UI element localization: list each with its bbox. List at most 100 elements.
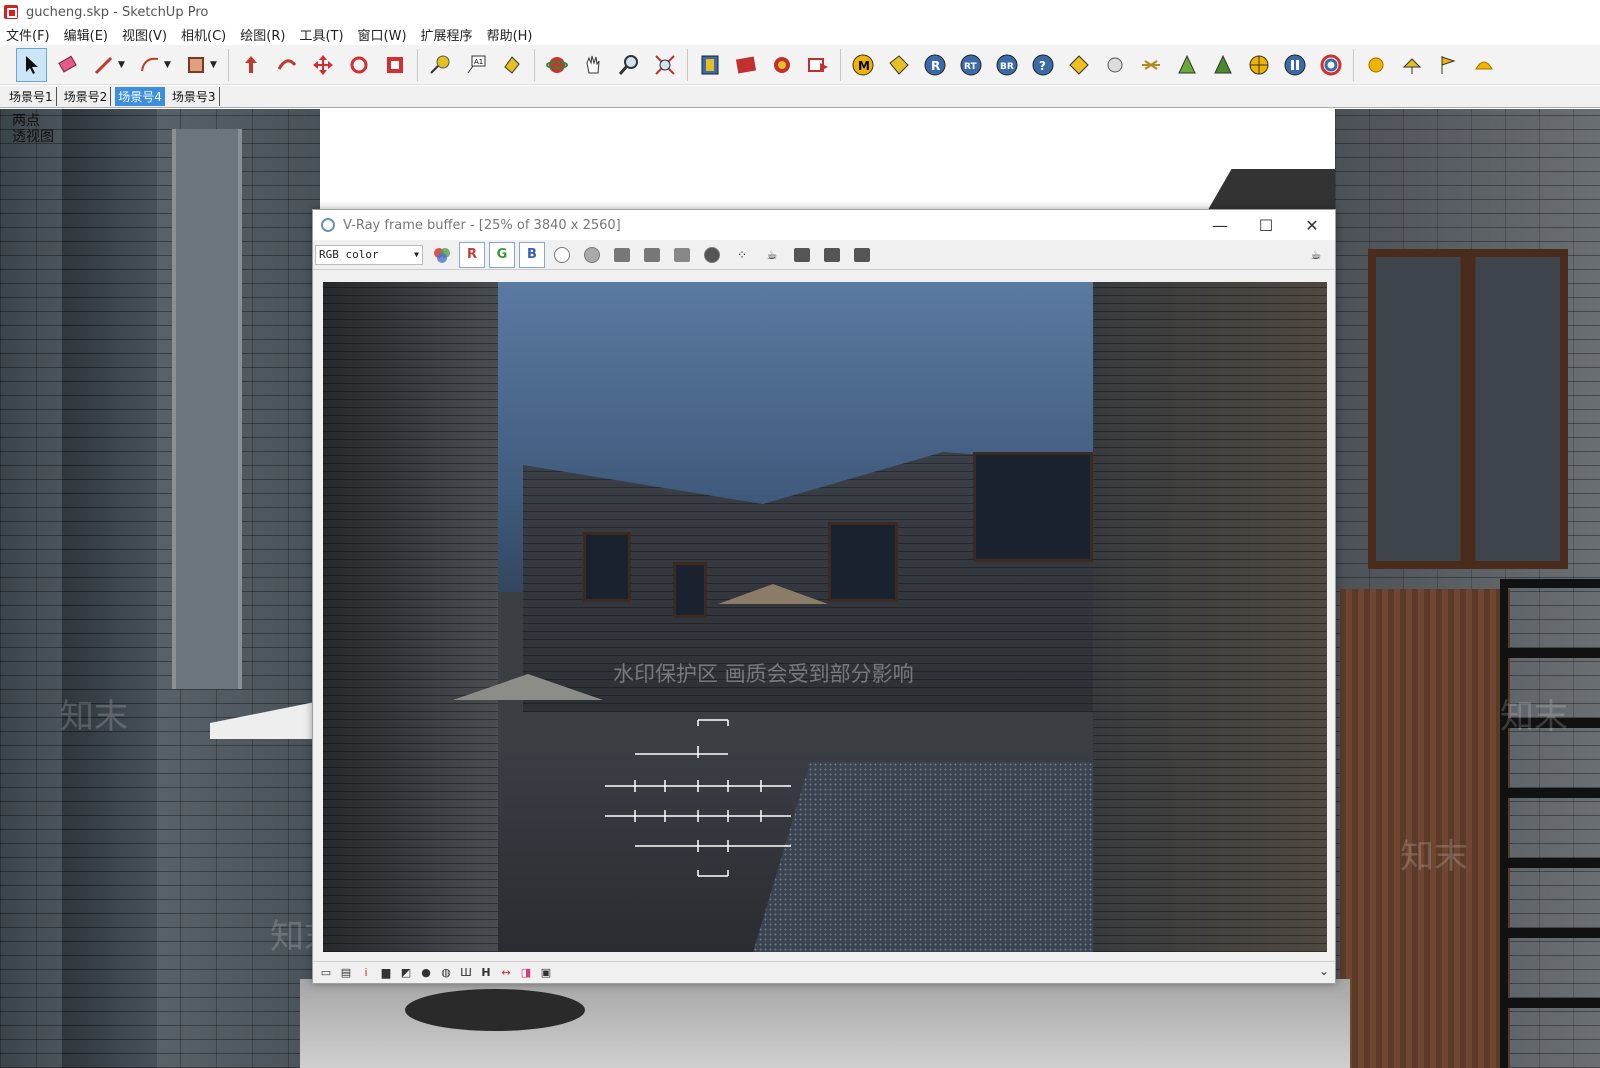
toolbar-separator xyxy=(1353,48,1354,81)
lut-icon[interactable]: Ш xyxy=(457,965,475,981)
mesh-light-icon[interactable] xyxy=(1135,48,1166,82)
vray-frame-buffer-window[interactable]: V-Ray frame buffer - [25% of 3840 x 2560… xyxy=(312,209,1336,984)
send-icon[interactable] xyxy=(802,48,833,82)
region-render-icon[interactable] xyxy=(819,242,845,268)
scene-tab-2[interactable]: 场景号2 xyxy=(61,87,112,106)
layout-icon[interactable] xyxy=(766,48,797,82)
select-icon[interactable] xyxy=(16,47,47,82)
scene-tab-4[interactable]: 场景号4 xyxy=(115,87,165,106)
contrast-icon[interactable]: ◍ xyxy=(437,965,455,981)
tag-icon[interactable] xyxy=(1063,48,1094,82)
title-bar: gucheng.skp - SketchUp Pro xyxy=(0,0,1600,24)
track-mouse-icon[interactable]: ⁘ xyxy=(729,242,755,268)
link-icon[interactable] xyxy=(849,242,875,268)
pause-icon[interactable] xyxy=(1279,48,1310,82)
scene-tab-3[interactable]: 场景号3 xyxy=(169,87,220,106)
menu-camera[interactable]: 相机(C) xyxy=(181,25,226,44)
mono-icon[interactable] xyxy=(579,242,605,268)
white-balance-icon[interactable]: ↔ xyxy=(497,965,515,981)
colour-icon[interactable] xyxy=(1315,48,1346,82)
zoom-icon[interactable] xyxy=(613,48,644,82)
sketchup-logo-icon xyxy=(4,5,18,19)
orbit-icon[interactable] xyxy=(541,48,572,82)
minimize-icon[interactable]: — xyxy=(1197,210,1243,240)
channel-r-button[interactable]: R xyxy=(459,241,485,268)
push-pull-icon[interactable] xyxy=(235,48,266,82)
render-image[interactable]: 水印保护区 画质会受到部分影响 xyxy=(323,282,1327,952)
vray-material-icon[interactable]: M xyxy=(847,48,878,82)
chevron-down-icon[interactable]: ▼ xyxy=(118,60,128,70)
open-folder-icon[interactable] xyxy=(669,242,695,268)
vray-light-icon[interactable] xyxy=(883,48,914,82)
pencil-icon[interactable] xyxy=(88,48,119,82)
sun-icon[interactable] xyxy=(1360,48,1391,82)
warehouse-icon[interactable] xyxy=(694,48,725,82)
lens-effects-icon[interactable]: ◨ xyxy=(517,965,535,981)
scale-icon[interactable] xyxy=(379,48,410,82)
bun-icon[interactable] xyxy=(1468,48,1499,82)
chevron-down-icon[interactable]: ▼ xyxy=(164,60,174,70)
render-teapot-icon[interactable]: ☕ xyxy=(1303,242,1329,268)
menu-help[interactable]: 帮助(H) xyxy=(487,25,533,44)
menu-extensions[interactable]: 扩展程序 xyxy=(421,25,473,44)
channel-select[interactable]: RGB color ▼ xyxy=(315,244,423,265)
proxy-icon[interactable] xyxy=(1171,48,1202,82)
channel-b-button[interactable]: B xyxy=(519,241,545,268)
rectangle-icon[interactable] xyxy=(180,48,211,82)
scene-tab-1[interactable]: 场景号1 xyxy=(6,87,57,106)
exposure-icon[interactable]: ● xyxy=(417,965,435,981)
view-label: 两点 透视图 xyxy=(12,113,54,145)
render-icon[interactable]: R xyxy=(919,48,950,82)
render-rt-icon[interactable]: RT xyxy=(955,48,986,82)
text-icon[interactable]: A1 xyxy=(460,48,491,82)
zoom-extents-icon[interactable] xyxy=(649,48,680,82)
hsv-icon[interactable]: H xyxy=(477,965,495,981)
menu-bar: 文件(F) 编辑(E) 视图(V) 相机(C) 绘图(R) 工具(T) 窗口(W… xyxy=(0,24,1600,45)
pan-icon[interactable] xyxy=(577,48,608,82)
save-all-icon[interactable] xyxy=(639,242,665,268)
menu-tools[interactable]: 工具(T) xyxy=(299,25,343,44)
compare-icon[interactable] xyxy=(789,242,815,268)
maximize-icon[interactable]: ☐ xyxy=(1243,210,1289,240)
watermark-text: 知末 xyxy=(1500,697,1568,737)
dome-icon[interactable] xyxy=(1396,48,1427,82)
svg-text:A1: A1 xyxy=(474,58,483,66)
color-correction-icon[interactable]: ▤ xyxy=(337,965,355,981)
menu-window[interactable]: 窗口(W) xyxy=(358,25,407,44)
vfb-title-bar[interactable]: V-Ray frame buffer - [25% of 3840 x 2560… xyxy=(313,210,1335,240)
info-icon[interactable]: i xyxy=(357,965,375,981)
paint-bucket-icon[interactable] xyxy=(496,48,527,82)
chevron-down-icon[interactable]: ▼ xyxy=(210,60,220,70)
save-icon[interactable] xyxy=(609,242,635,268)
menu-view[interactable]: 视图(V) xyxy=(122,25,167,44)
clear-icon[interactable] xyxy=(699,242,725,268)
stamp-icon[interactable]: ▣ xyxy=(537,965,555,981)
history-icon[interactable]: ▭ xyxy=(317,965,335,981)
flag-icon[interactable] xyxy=(1432,48,1463,82)
chevron-down-icon[interactable]: ⌄ xyxy=(1319,964,1329,978)
rotate-icon[interactable] xyxy=(343,48,374,82)
sphere-light-icon[interactable] xyxy=(1099,48,1130,82)
color-picker-icon[interactable] xyxy=(429,242,455,268)
menu-edit[interactable]: 编辑(E) xyxy=(64,25,108,44)
menu-file[interactable]: 文件(F) xyxy=(6,25,50,44)
levels-icon[interactable]: ▆ xyxy=(377,965,395,981)
tape-measure-icon[interactable] xyxy=(424,48,455,82)
curve-icon[interactable]: ◩ xyxy=(397,965,415,981)
move-icon[interactable] xyxy=(307,48,338,82)
eraser-icon[interactable] xyxy=(52,48,83,82)
watermark-text: 知末 xyxy=(1400,837,1468,877)
batch-render-icon[interactable]: BR xyxy=(991,48,1022,82)
teapot-icon[interactable]: ☕ xyxy=(759,242,785,268)
help-icon[interactable]: ? xyxy=(1027,48,1058,82)
follow-me-icon[interactable] xyxy=(271,48,302,82)
menu-draw[interactable]: 绘图(R) xyxy=(240,25,285,44)
toolbar-separator xyxy=(228,48,229,81)
plane-icon[interactable] xyxy=(1243,48,1274,82)
channel-g-button[interactable]: G xyxy=(489,241,515,268)
close-icon[interactable]: ✕ xyxy=(1289,210,1335,240)
extension-icon[interactable] xyxy=(730,48,761,82)
fur-icon[interactable] xyxy=(1207,48,1238,82)
alpha-icon[interactable] xyxy=(549,242,575,268)
arc-icon[interactable] xyxy=(134,48,165,82)
